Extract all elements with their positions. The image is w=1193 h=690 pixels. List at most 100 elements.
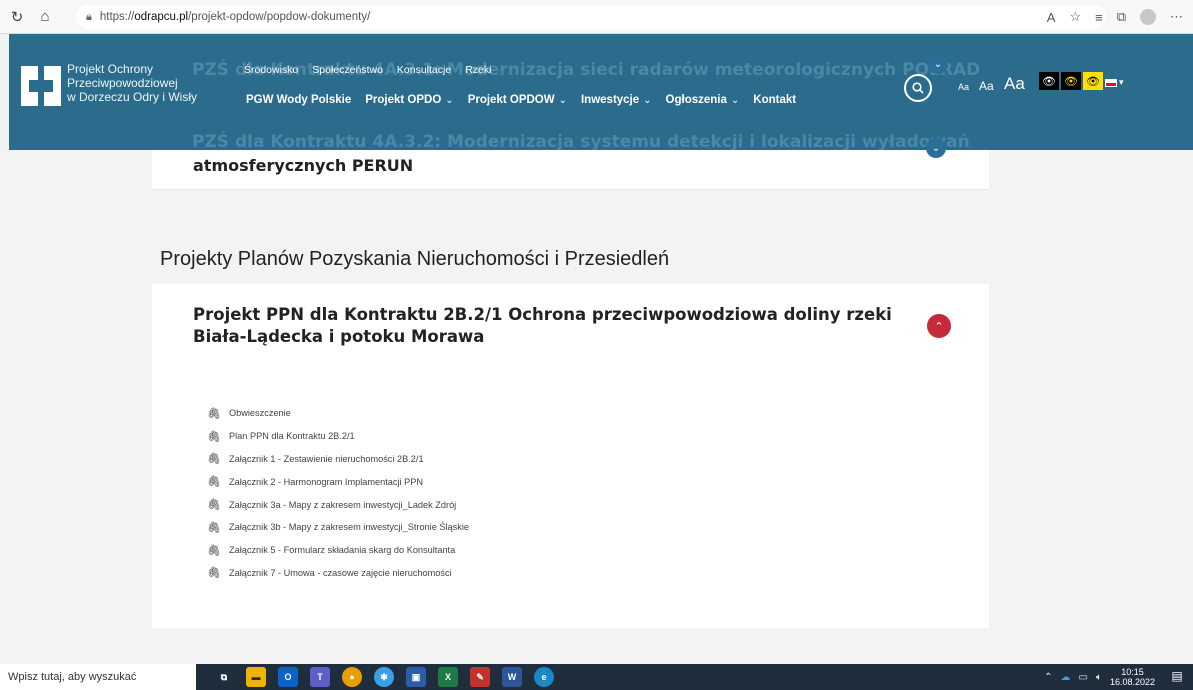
top-link-rzeki[interactable]: Rzeki (465, 64, 491, 76)
pdf-app-icon[interactable]: ✎ (470, 667, 490, 687)
document-link[interactable]: 🖇︎ Załącznik 1 - Zestawienie nieruchomośc… (207, 448, 469, 471)
task-view-icon[interactable]: ⧉ (214, 667, 234, 687)
clock-time: 10:15 (1121, 667, 1144, 677)
tray-arrow-icon[interactable]: ⌃ (1044, 672, 1052, 683)
collapse-button[interactable]: ⌃ (927, 314, 951, 338)
document-label: Załącznik 3b - Mapy z zakresem inwestycj… (229, 522, 469, 533)
logo-line: Projekt Ochrony (67, 62, 154, 76)
nav-projekt-opdo[interactable]: Projekt OPDO ⌄ (365, 94, 453, 106)
logo-icon[interactable] (21, 66, 61, 106)
url-prefix: https:// (99, 11, 135, 23)
network-icon[interactable]: ▭ (1079, 672, 1088, 683)
more-icon[interactable]: ⋯ (1170, 9, 1183, 25)
section-title: Projekty Planów Pozyskania Nieruchomości… (160, 248, 670, 270)
document-label: Załącznik 2 - Harmonogram Implamentacji … (229, 476, 424, 487)
edge-icon[interactable]: e (534, 667, 554, 687)
outlook-icon[interactable]: O (278, 667, 298, 687)
chrome-icon[interactable]: ● (342, 667, 362, 687)
top-link-srodowisko[interactable]: Środowisko (244, 64, 298, 76)
windows-taskbar: Wpisz tutaj, aby wyszukać ⧉ ▬ O T ● ✱ ▣ … (0, 664, 1193, 690)
taskbar-apps: ⧉ ▬ O T ● ✱ ▣ X ✎ W e (214, 667, 554, 687)
profile-icon[interactable] (1140, 9, 1156, 25)
word-icon[interactable]: W (502, 667, 522, 687)
refresh-icon[interactable]: ↻ (6, 6, 28, 28)
browser-toolbar: ↻ ⌂ 🔒︎ https://odrapcu.pl/projekt-opdow/… (0, 0, 1193, 34)
language-chevron-icon[interactable]: ▾ (1119, 77, 1124, 88)
document-label: Załącznik 5 - Formularz składania skarg … (229, 545, 456, 556)
nav-label: Ogłoszenia (665, 94, 727, 106)
contrast-black-on-yellow-button[interactable]: 👁︎ (1083, 72, 1103, 90)
eye-icon: 👁︎ (1064, 75, 1078, 88)
top-link-spoleczenstwo[interactable]: Społeczeństwo (312, 64, 383, 76)
paperclip-icon: 🖇︎ (207, 567, 221, 580)
contrast-white-on-black-button[interactable]: 👁︎ (1039, 72, 1059, 90)
document-link[interactable]: 🖇︎ Załącznik 7 - Umowa - czasowe zajęcie … (207, 562, 469, 585)
logo-line: w Dorzeczu Odry i Wisły (67, 90, 198, 104)
paperclip-icon: 🖇︎ (207, 544, 221, 557)
nav-label: Projekt OPDOW (467, 94, 555, 106)
read-aloud-icon[interactable]: A (1047, 10, 1056, 25)
document-label: Obwieszczenie (229, 408, 291, 419)
collections-icon[interactable]: ⧉ (1117, 9, 1126, 25)
system-tray: ⌃ ☁ ▭ 🔈︎ 10:15 16.08.2022 (1044, 664, 1155, 690)
url-path: /projekt-opdow/popdow-dokumenty/ (188, 11, 371, 23)
lock-icon: 🔒︎ (86, 10, 92, 23)
notification-icon[interactable]: ▤ (1169, 669, 1185, 685)
font-size-small-button[interactable]: Aa (958, 82, 969, 92)
document-label: Załącznik 1 - Zestawienie nieruchomości … (229, 453, 424, 464)
nav-label: Kontakt (753, 94, 797, 106)
teams-icon[interactable]: T (310, 667, 330, 687)
document-link[interactable]: 🖇︎ Załącznik 3b - Mapy z zakresem inwesty… (207, 516, 469, 539)
eye-icon: 👁︎ (1086, 75, 1100, 88)
paperclip-icon: 🖇︎ (207, 407, 221, 420)
favorites-list-icon[interactable]: ≡ (1095, 10, 1103, 25)
nav-label: PGW Wody Polskie (246, 94, 352, 106)
document-link[interactable]: 🖇︎ Załącznik 3a - Mapy z zakresem inwesty… (207, 493, 469, 516)
document-link[interactable]: 🖇︎ Załącznik 5 - Formularz składania skar… (207, 539, 469, 562)
file-explorer-icon[interactable]: ▬ (246, 667, 266, 687)
excel-icon[interactable]: X (438, 667, 458, 687)
contrast-yellow-on-black-button[interactable]: 👁︎ (1061, 72, 1081, 90)
nav-label: Inwestycje (580, 94, 640, 106)
favorite-icon[interactable]: ☆ (1069, 9, 1081, 25)
volume-icon[interactable]: 🔈︎ (1096, 672, 1102, 683)
document-label: Załącznik 3a - Mapy z zakresem inwestycj… (229, 499, 457, 510)
document-link[interactable]: 🖇︎ Załącznik 2 - Harmonogram Implamentacj… (207, 470, 469, 493)
main-nav: PGW Wody Polskie Projekt OPDO ⌄ Projekt O… (246, 94, 796, 106)
nav-pgw-wody-polskie[interactable]: PGW Wody Polskie (246, 94, 351, 106)
accordion-title: atmosferycznych PERUN (193, 156, 414, 175)
taskbar-search-input[interactable]: Wpisz tutaj, aby wyszukać (0, 664, 196, 690)
nav-inwestycje[interactable]: Inwestycje ⌄ (581, 94, 652, 106)
browser-actions: A ☆ ≡ ⧉ ⋯ (1047, 0, 1193, 34)
document-link[interactable]: 🖇︎ Obwieszczenie (207, 402, 469, 425)
logo-text[interactable]: Projekt Ochrony Przeciwpowodziowej w Dor… (67, 62, 197, 104)
nav-kontakt[interactable]: Kontakt (753, 94, 796, 106)
onedrive-icon[interactable]: ☁ (1061, 672, 1071, 683)
document-label: Załącznik 7 - Umowa - czasowe zajęcie ni… (229, 567, 452, 578)
nav-ogloszenia[interactable]: Ogłoszenia ⌄ (666, 94, 740, 106)
ghost-expand-icon: ⌄ (928, 54, 948, 74)
nav-projekt-opdow[interactable]: Projekt OPDOW ⌄ (468, 94, 567, 106)
search-button[interactable] (904, 74, 932, 102)
font-size-medium-button[interactable]: Aa (979, 79, 994, 93)
ghost-accordion-title-2: PZŚ dla Kontraktu 4A.3.2: Modernizacja s… (192, 132, 970, 150)
search-icon (912, 82, 924, 94)
paperclip-icon: 🖇︎ (207, 476, 221, 489)
save-app-icon[interactable]: ▣ (406, 667, 426, 687)
top-link-konsultacje[interactable]: Konsultacje (397, 64, 451, 76)
home-icon[interactable]: ⌂ (34, 6, 56, 28)
document-link[interactable]: 🖇︎ Plan PPN dla Kontraktu 2B.2/1 (207, 425, 469, 448)
clock[interactable]: 10:15 16.08.2022 (1110, 667, 1155, 687)
address-bar[interactable]: 🔒︎ https://odrapcu.pl/projekt-opdow/popd… (76, 5, 1106, 29)
chevron-down-icon: ⌄ (643, 95, 652, 106)
polish-flag-icon[interactable] (1105, 79, 1117, 87)
paperclip-icon: 🖇︎ (207, 430, 221, 443)
accordion-card-perun[interactable]: atmosferycznych PERUN (152, 150, 989, 190)
accordion-title[interactable]: Projekt PPN dla Kontraktu 2B.2/1 Ochrona… (193, 304, 903, 348)
expand-icon[interactable]: ⌄ (926, 138, 946, 158)
font-size-large-button[interactable]: Aa (1004, 74, 1025, 94)
paperclip-icon: 🖇︎ (207, 521, 221, 534)
settings-app-icon[interactable]: ✱ (374, 667, 394, 687)
url-host: odrapcu.pl (134, 11, 189, 23)
nav-label: Projekt OPDO (365, 94, 442, 106)
